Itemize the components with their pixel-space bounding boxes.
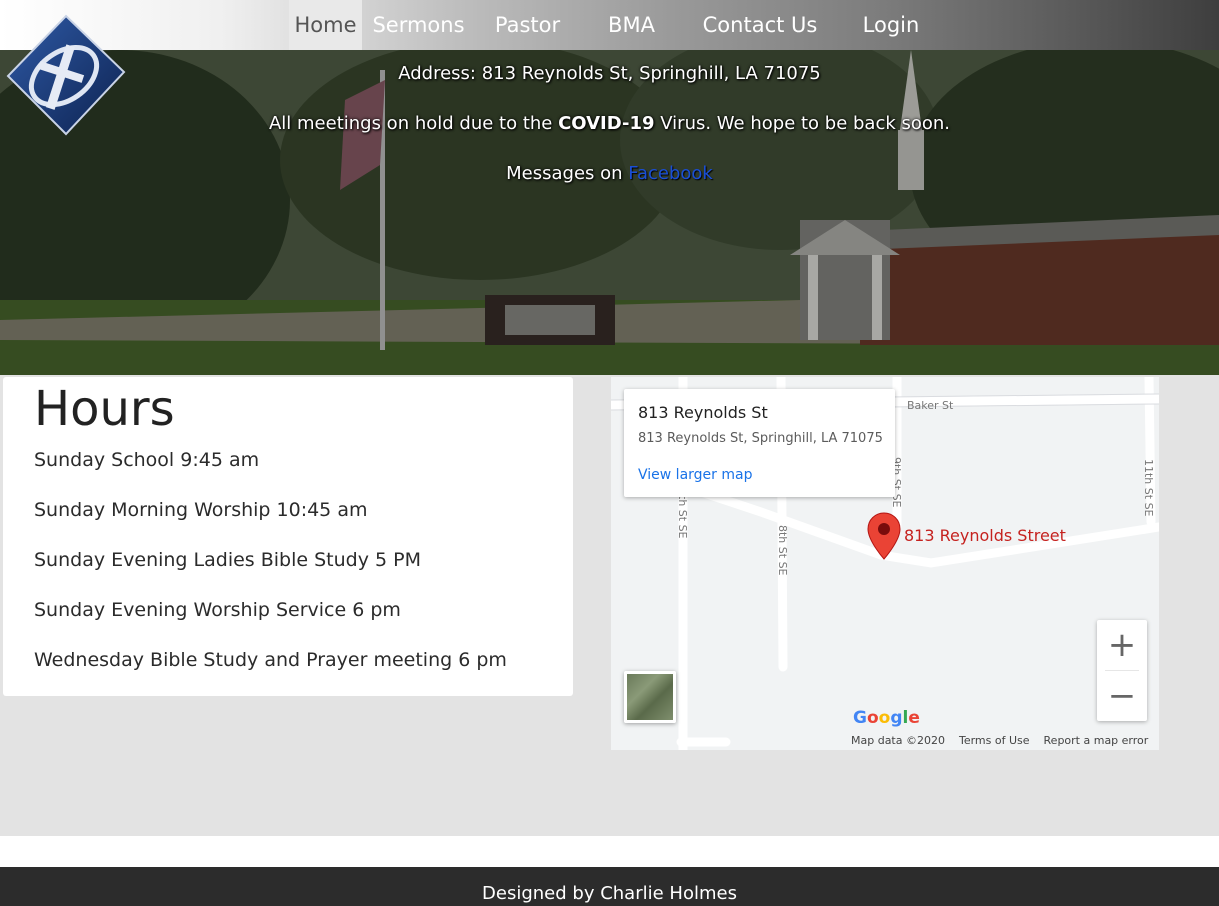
nav-item-bma[interactable]: BMA (580, 0, 683, 50)
street-label-partial: th St SE (676, 495, 689, 539)
facebook-link[interactable]: Facebook (628, 163, 713, 184)
hours-item: Wednesday Bible Study and Prayer meeting… (34, 649, 507, 671)
google-map[interactable]: Baker St 9th St SE 8th St SE 11th St SE … (611, 377, 1159, 750)
report-map-error-link[interactable]: Report a map error (1044, 734, 1149, 747)
messages-line: Messages on Facebook (0, 160, 1219, 210)
nav-item-sermons[interactable]: Sermons (362, 0, 475, 50)
footer: Designed by Charlie Holmes (0, 867, 1219, 906)
street-label-11th: 11th St SE (1142, 459, 1155, 517)
content-section: Hours Sunday School 9:45 am Sunday Morni… (0, 375, 1219, 836)
map-info-title: 813 Reynolds St (638, 403, 768, 422)
street-label-8th: 8th St SE (776, 525, 789, 576)
notice-suffix: Virus. We hope to be back soon. (654, 113, 951, 134)
navbar: Home Sermons Pastor BMA Contact Us Login (0, 0, 1219, 50)
map-pin-label: 813 Reynolds Street (904, 526, 1066, 545)
terms-of-use-link[interactable]: Terms of Use (959, 734, 1030, 747)
map-info-card: 813 Reynolds St 813 Reynolds St, Springh… (624, 389, 895, 497)
hours-list: Sunday School 9:45 am Sunday Morning Wor… (34, 449, 507, 699)
nav-item-pastor[interactable]: Pastor (475, 0, 580, 50)
footer-credit: Designed by Charlie Holmes (482, 883, 737, 904)
google-logo: Google (853, 708, 920, 728)
hours-title: Hours (34, 381, 175, 437)
map-data-text: Map data ©2020 (851, 734, 945, 747)
nav-item-login[interactable]: Login (837, 0, 945, 50)
address-text: Address: 813 Reynolds St, Springhill, LA… (398, 63, 821, 84)
view-larger-map-link[interactable]: View larger map (638, 467, 752, 483)
messages-prefix: Messages on (506, 163, 629, 184)
covid-notice: All meetings on hold due to the COVID-19… (0, 110, 1219, 160)
street-label-baker: Baker St (907, 399, 954, 412)
notice-bold: COVID-19 (558, 113, 655, 134)
hero-text: Address: 813 Reynolds St, Springhill, LA… (0, 60, 1219, 210)
map-footer: Map data ©2020 Terms of Use Report a map… (851, 734, 1148, 747)
hero-banner: Address: 813 Reynolds St, Springhill, LA… (0, 0, 1219, 375)
zoom-in-button[interactable]: + (1097, 620, 1147, 670)
notice-prefix: All meetings on hold due to the (268, 113, 559, 134)
nav-item-contact-us[interactable]: Contact Us (683, 0, 837, 50)
satellite-toggle-thumbnail[interactable] (624, 671, 676, 723)
zoom-out-button[interactable]: − (1097, 671, 1147, 721)
page: Address: 813 Reynolds St, Springhill, LA… (0, 0, 1219, 906)
hours-item: Sunday School 9:45 am (34, 449, 260, 471)
nav-menu: Home Sermons Pastor BMA Contact Us Login (289, 0, 945, 50)
map-pin-icon[interactable] (867, 512, 901, 560)
hours-item: Sunday Evening Ladies Bible Study 5 PM (34, 549, 421, 571)
nav-item-home[interactable]: Home (289, 0, 362, 50)
map-info-address: 813 Reynolds St, Springhill, LA 71075 (638, 431, 883, 446)
hours-card: Hours Sunday School 9:45 am Sunday Morni… (3, 377, 573, 696)
zoom-control: + − (1097, 620, 1147, 721)
church-cross-logo-icon[interactable] (4, 14, 128, 138)
hours-item: Sunday Evening Worship Service 6 pm (34, 599, 401, 621)
spacer (0, 836, 1219, 867)
hours-item: Sunday Morning Worship 10:45 am (34, 499, 368, 521)
